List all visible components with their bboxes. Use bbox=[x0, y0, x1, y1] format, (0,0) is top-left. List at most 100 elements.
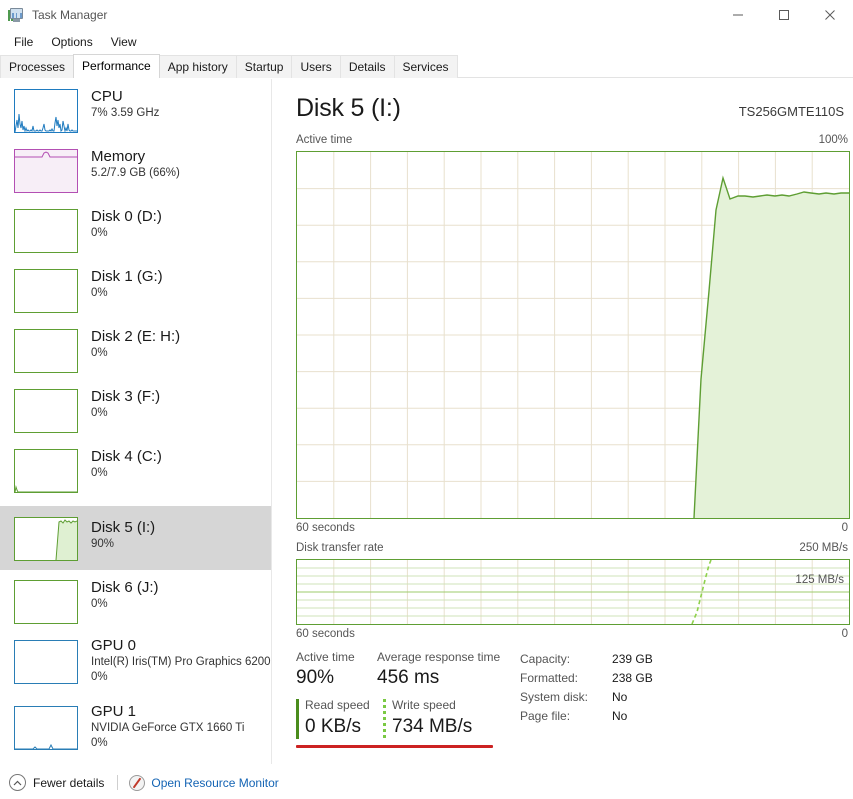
menu-options[interactable]: Options bbox=[43, 33, 100, 51]
maximize-button[interactable] bbox=[761, 0, 807, 30]
fewer-details-button[interactable]: Fewer details bbox=[9, 774, 104, 791]
menu-view[interactable]: View bbox=[103, 33, 145, 51]
read-speed-label: Read speed bbox=[305, 698, 370, 712]
response-time-stat-label: Average response time bbox=[377, 650, 501, 664]
sidebar-label-disk-4: Disk 4 (C:) bbox=[91, 448, 162, 465]
write-speed-stat: Write speed 734 MB/s bbox=[383, 697, 472, 740]
disk-info-table: Capacity: 239 GB Formatted: 238 GB Syste… bbox=[518, 650, 655, 728]
disk5-thumbnail-graph bbox=[14, 517, 78, 561]
sidebar-label-disk-3: Disk 3 (F:) bbox=[91, 388, 161, 405]
sidebar-sub-gpu-1: NVIDIA GeForce GTX 1660 Ti bbox=[91, 722, 245, 734]
gpu0-thumbnail-graph bbox=[14, 640, 78, 684]
red-highlight-underline bbox=[296, 745, 493, 748]
transfer-rate-xaxis-row: 60 seconds 0 bbox=[296, 628, 848, 640]
sidebar-label-gpu-1: GPU 1 bbox=[91, 703, 137, 720]
sidebar-item-memory[interactable]: Memory 5.2/7.9 GB (66%) bbox=[0, 139, 271, 199]
page-title: Disk 5 (I:) bbox=[296, 94, 401, 122]
menu-bar: File Options View bbox=[0, 31, 853, 53]
sidebar-sub-disk-2: 0% bbox=[91, 347, 108, 359]
sidebar-label-disk-5: Disk 5 (I:) bbox=[91, 519, 156, 536]
resource-sidebar: CPU 7% 3.59 GHz Memory 5.2/7.9 GB (66%) … bbox=[0, 79, 271, 766]
task-manager-icon bbox=[8, 7, 25, 23]
table-row: Formatted: 238 GB bbox=[520, 671, 653, 688]
sidebar-item-disk-2[interactable]: Disk 2 (E: H:) 0% bbox=[0, 319, 271, 379]
info-value-page-file: No bbox=[612, 709, 628, 723]
write-speed-value: 734 MB/s bbox=[392, 716, 473, 737]
disk2-thumbnail-graph bbox=[14, 329, 78, 373]
sidebar-item-disk-0[interactable]: Disk 0 (D:) 0% bbox=[0, 199, 271, 259]
sidebar-label-memory: Memory bbox=[91, 148, 146, 165]
active-time-graph bbox=[296, 151, 850, 519]
sidebar-sub-disk-4: 0% bbox=[91, 467, 108, 479]
transfer-rate-x-left: 60 seconds bbox=[296, 628, 355, 640]
read-speed-value: 0 KB/s bbox=[305, 716, 361, 737]
cpu-thumbnail-graph bbox=[14, 89, 78, 133]
sidebar-item-cpu[interactable]: CPU 7% 3.59 GHz bbox=[0, 79, 271, 139]
tab-users[interactable]: Users bbox=[291, 55, 341, 78]
sidebar-sub-disk-0: 0% bbox=[91, 227, 108, 239]
open-resource-monitor-button[interactable]: Open Resource Monitor bbox=[129, 774, 279, 791]
read-speed-stat: Read speed 0 KB/s bbox=[296, 697, 370, 740]
sidebar-sub-disk-3: 0% bbox=[91, 407, 108, 419]
tab-startup[interactable]: Startup bbox=[235, 55, 293, 78]
active-time-stat-value: 90% bbox=[296, 667, 335, 688]
disk1-thumbnail-graph bbox=[14, 269, 78, 313]
sidebar-item-disk-6[interactable]: Disk 6 (J:) 0% bbox=[0, 570, 271, 630]
menu-file[interactable]: File bbox=[6, 33, 41, 51]
info-key-page-file: Page file: bbox=[520, 709, 571, 723]
minimize-button[interactable] bbox=[715, 0, 761, 30]
sidebar-sub-memory: 5.2/7.9 GB (66%) bbox=[91, 167, 180, 179]
active-time-x-right: 0 bbox=[841, 522, 848, 534]
sidebar-sub-cpu: 7% 3.59 GHz bbox=[91, 107, 160, 119]
sidebar-sub-disk-5: 90% bbox=[91, 538, 115, 550]
footer-bar: Fewer details Open Resource Monitor bbox=[0, 766, 853, 799]
info-key-formatted: Formatted: bbox=[520, 671, 579, 685]
transfer-rate-caption: Disk transfer rate bbox=[296, 542, 384, 554]
transfer-rate-mid-label: 125 MB/s bbox=[795, 574, 844, 586]
tab-performance[interactable]: Performance bbox=[73, 54, 160, 78]
fewer-details-label: Fewer details bbox=[33, 775, 105, 790]
active-time-x-left: 60 seconds bbox=[296, 522, 355, 534]
window-title: Task Manager bbox=[32, 8, 108, 22]
tab-services[interactable]: Services bbox=[393, 55, 458, 78]
sidebar-label-disk-6: Disk 6 (J:) bbox=[91, 579, 159, 596]
info-key-capacity: Capacity: bbox=[520, 652, 571, 666]
sidebar-item-disk-4[interactable]: Disk 4 (C:) 0% bbox=[0, 439, 271, 499]
sidebar-item-disk-3[interactable]: Disk 3 (F:) 0% bbox=[0, 379, 271, 439]
sidebar-label-disk-0: Disk 0 (D:) bbox=[91, 208, 162, 225]
tab-processes[interactable]: Processes bbox=[0, 55, 75, 78]
active-time-xaxis-row: 60 seconds 0 bbox=[296, 522, 848, 534]
chevron-up-icon bbox=[9, 774, 26, 791]
tab-details[interactable]: Details bbox=[339, 55, 395, 78]
write-speed-label: Write speed bbox=[392, 698, 456, 712]
sidebar-sub-gpu-0: Intel(R) Iris(TM) Pro Graphics 6200 bbox=[91, 656, 271, 668]
transfer-rate-graph bbox=[296, 559, 850, 625]
disk4-thumbnail-graph bbox=[14, 449, 78, 493]
title-bar: Task Manager bbox=[0, 0, 853, 30]
sidebar-sub2-gpu-1: 0% bbox=[91, 737, 108, 749]
sidebar-item-gpu-0[interactable]: GPU 0 Intel(R) Iris(TM) Pro Graphics 620… bbox=[0, 630, 271, 696]
active-time-max-label: 100% bbox=[818, 134, 848, 146]
sidebar-label-disk-1: Disk 1 (G:) bbox=[91, 268, 163, 285]
sidebar-item-gpu-1[interactable]: GPU 1 NVIDIA GeForce GTX 1660 Ti 0% bbox=[0, 696, 271, 762]
gpu1-thumbnail-graph bbox=[14, 706, 78, 750]
table-row: Capacity: 239 GB bbox=[520, 652, 653, 669]
footer-divider bbox=[117, 775, 119, 790]
transfer-rate-caption-row: Disk transfer rate 250 MB/s bbox=[296, 542, 848, 554]
sidebar-item-disk-5[interactable]: Disk 5 (I:) 90% bbox=[0, 506, 271, 570]
active-time-caption-row: Active time 100% bbox=[296, 134, 848, 146]
close-button[interactable] bbox=[807, 0, 853, 30]
table-row: System disk: No bbox=[520, 690, 653, 707]
sidebar-label-gpu-0: GPU 0 bbox=[91, 637, 137, 654]
sidebar-label-disk-2: Disk 2 (E: H:) bbox=[91, 328, 181, 345]
tab-app-history[interactable]: App history bbox=[158, 55, 237, 78]
sidebar-item-disk-1[interactable]: Disk 1 (G:) 0% bbox=[0, 259, 271, 319]
sidebar-sub-disk-6: 0% bbox=[91, 598, 108, 610]
transfer-rate-x-right: 0 bbox=[841, 628, 848, 640]
response-time-stat-value: 456 ms bbox=[377, 667, 440, 688]
read-speed-legend-marker bbox=[296, 699, 299, 739]
disk6-thumbnail-graph bbox=[14, 580, 78, 624]
info-key-system-disk: System disk: bbox=[520, 690, 589, 704]
sidebar-sub-disk-1: 0% bbox=[91, 287, 108, 299]
write-speed-legend-marker bbox=[383, 699, 386, 739]
